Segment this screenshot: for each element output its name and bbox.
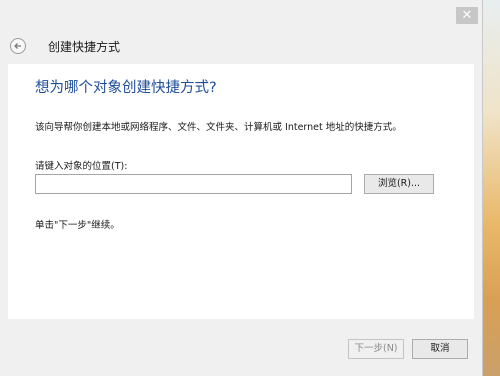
browse-button[interactable]: 浏览(R)... bbox=[364, 174, 434, 194]
create-shortcut-dialog: ✕ 创建快捷方式 想为哪个对象创建快捷方式? 该向导帮你创建本地或网络程序、文件… bbox=[0, 0, 483, 376]
title-bar: ✕ bbox=[0, 0, 482, 28]
back-button[interactable] bbox=[10, 38, 26, 54]
desktop-background bbox=[482, 0, 500, 376]
close-button[interactable]: ✕ bbox=[456, 7, 478, 24]
back-arrow-icon bbox=[14, 43, 21, 49]
close-icon: ✕ bbox=[461, 8, 473, 23]
location-label: 请键入对象的位置(T): bbox=[35, 161, 128, 172]
continue-hint: 单击"下一步"继续。 bbox=[35, 220, 120, 231]
description-text: 该向导帮你创建本地或网络程序、文件、文件夹、计算机或 Internet 地址的快… bbox=[35, 122, 402, 133]
footer-bar: 下一步(N) 取消 bbox=[0, 319, 482, 376]
wizard-title: 创建快捷方式 bbox=[48, 40, 121, 54]
location-input[interactable] bbox=[35, 174, 352, 194]
wizard-header: 创建快捷方式 bbox=[0, 30, 482, 64]
cancel-button[interactable]: 取消 bbox=[412, 339, 468, 359]
content-panel: 想为哪个对象创建快捷方式? 该向导帮你创建本地或网络程序、文件、文件夹、计算机或… bbox=[8, 64, 474, 319]
next-button[interactable]: 下一步(N) bbox=[348, 339, 404, 359]
page-heading: 想为哪个对象创建快捷方式? bbox=[35, 80, 217, 96]
